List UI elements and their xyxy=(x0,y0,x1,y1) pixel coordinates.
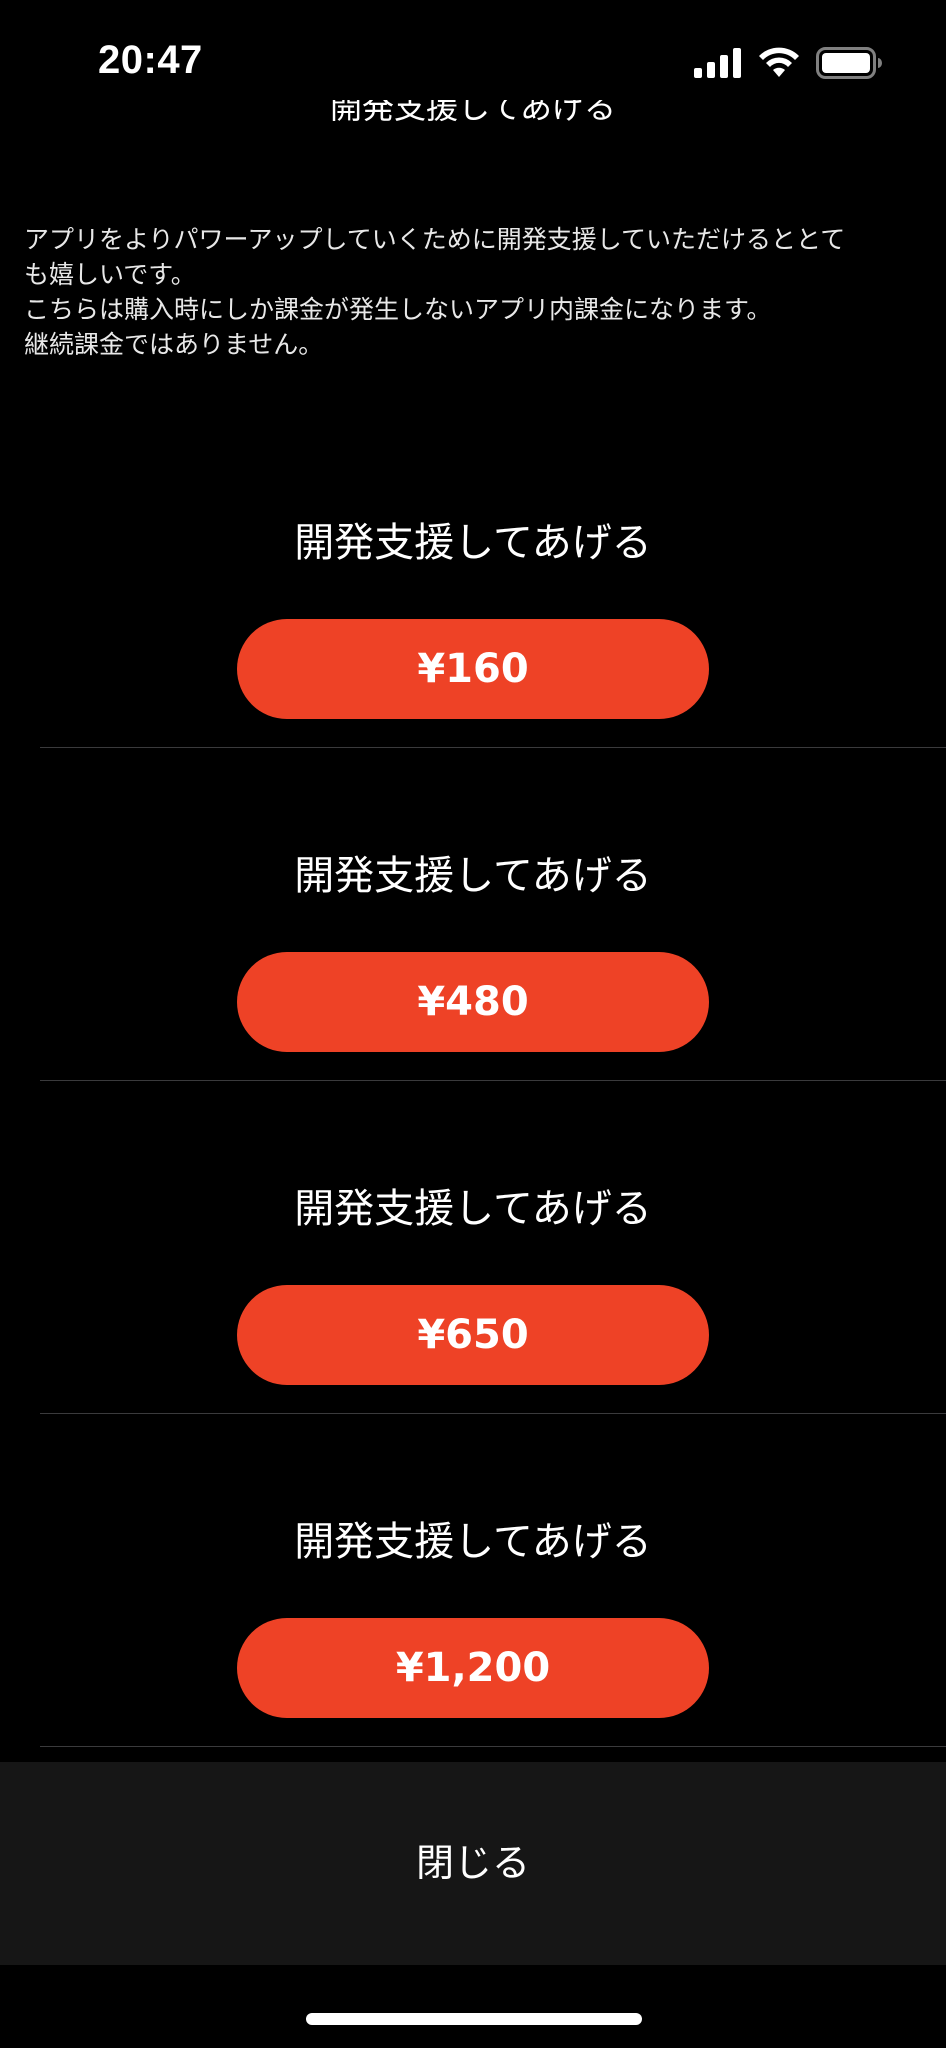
description-line: こちらは購入時にしか課金が発生しないアプリ内課金になります。 xyxy=(24,295,772,324)
price-button-480[interactable]: ¥480 xyxy=(237,952,709,1052)
tier-label: 開発支援してあげる xyxy=(294,520,652,566)
status-icons xyxy=(694,46,882,80)
close-button[interactable]: 閉じる xyxy=(0,1762,946,1965)
signal-icon xyxy=(694,48,741,78)
status-bar: 20:47 xyxy=(0,0,946,110)
price-button-1200[interactable]: ¥1,200 xyxy=(237,1618,709,1718)
status-time: 20:47 xyxy=(98,38,203,82)
wifi-icon xyxy=(759,47,799,77)
divider xyxy=(40,747,946,748)
tier-label: 開発支援してあげる xyxy=(294,853,652,899)
tier-item: 開発支援してあげる ¥160 xyxy=(0,515,946,848)
description-line: も嬉しいです。 xyxy=(24,260,196,289)
tier-label: 開発支援してあげる xyxy=(294,1519,652,1565)
divider xyxy=(40,1080,946,1081)
description: アプリをよりパワーアップしていくために開発支援していただけるととて も嬉しいです… xyxy=(24,222,924,362)
page-title: 開発支援してあげる xyxy=(329,100,617,126)
divider xyxy=(40,1746,946,1747)
tier-label: 開発支援してあげる xyxy=(294,1186,652,1232)
home-indicator[interactable] xyxy=(306,2013,642,2025)
description-line: アプリをよりパワーアップしていくために開発支援していただけるととて xyxy=(24,225,846,254)
price-button-650[interactable]: ¥650 xyxy=(237,1285,709,1385)
price-button-160[interactable]: ¥160 xyxy=(237,619,709,719)
divider xyxy=(40,1413,946,1414)
battery-icon xyxy=(816,47,882,79)
description-line: 継続課金ではありません。 xyxy=(24,330,324,359)
tier-item: 開発支援してあげる ¥480 xyxy=(0,848,946,1181)
tier-item: 開発支援してあげる ¥650 xyxy=(0,1181,946,1514)
